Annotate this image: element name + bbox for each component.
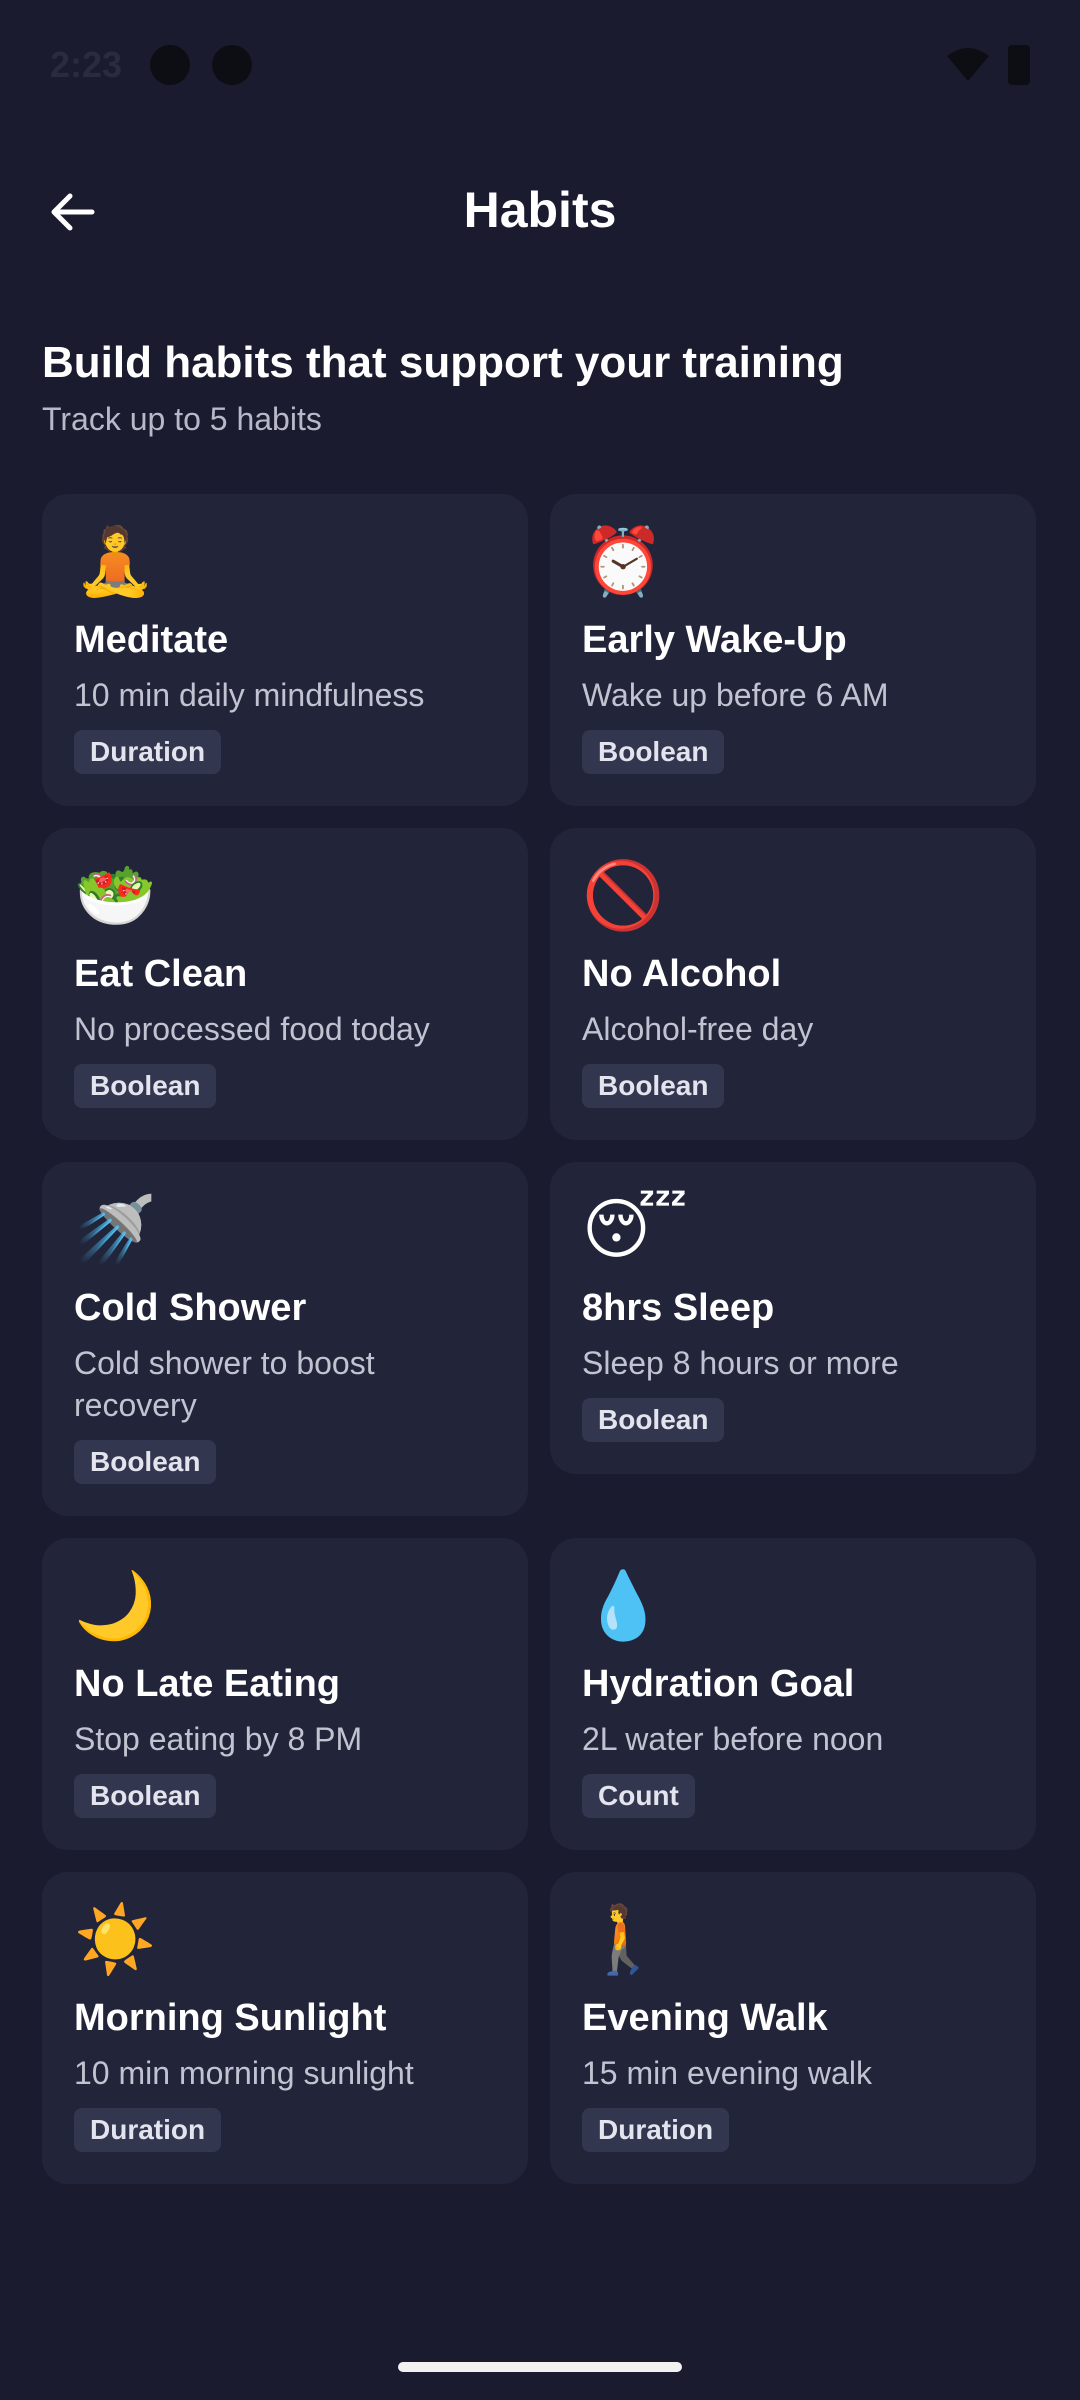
habit-title: Early Wake-Up [582,619,847,661]
habit-card-early-wake-up[interactable]: ⏰ Early Wake-Up Wake up before 6 AM Bool… [550,494,1036,806]
alarm-clock-icon: ⏰ [582,523,665,600]
habit-type-badge: Boolean [74,1440,217,1484]
intro-subtitle: Track up to 5 habits [42,401,322,437]
habit-title: 8hrs Sleep [582,1287,775,1329]
intro-section: Build habits that support your training … [42,335,1042,438]
wifi-icon [947,48,989,81]
habit-title: Meditate [74,619,229,661]
habit-card-morning-sunlight[interactable]: ☀️ Morning Sunlight 10 min morning sunli… [42,1872,528,2184]
habit-type-badge: Duration [582,2108,730,2152]
sleeping-face-icon: 😴 [582,1191,688,1268]
habit-grid: 🧘 Meditate 10 min daily mindfulness Dura… [42,494,1038,2184]
habit-card-meditate[interactable]: 🧘 Meditate 10 min daily mindfulness Dura… [42,494,528,806]
habit-title: Hydration Goal [582,1663,855,1705]
habit-title: No Alcohol [582,953,782,995]
habit-title: Evening Walk [582,1997,828,2039]
habit-type-badge: Boolean [582,730,725,774]
crescent-moon-icon: 🌙 [74,1567,157,1644]
habit-description: Wake up before 6 AM [582,677,889,713]
habit-title: No Late Eating [74,1663,341,1705]
habit-description: 15 min evening walk [582,2055,872,2091]
meditate-icon: 🧘 [74,523,157,600]
habit-card-no-alcohol[interactable]: 🚫 No Alcohol Alcohol-free day Boolean [550,828,1036,1140]
habit-card-evening-walk[interactable]: 🚶 Evening Walk 15 min evening walk Durat… [550,1872,1036,2184]
habit-title: Morning Sunlight [74,1997,387,2039]
habit-title: Eat Clean [74,953,248,995]
battery-icon [1008,45,1030,85]
habit-type-badge: Duration [74,730,222,774]
sun-icon: ☀️ [74,1901,157,1978]
habit-description: No processed food today [74,1011,430,1047]
habit-type-badge: Boolean [74,1774,217,1818]
habit-description: Alcohol-free day [582,1011,814,1047]
habit-type-badge: Count [582,1774,695,1818]
habit-description: 2L water before noon [582,1721,884,1757]
page-title: Habits [463,182,617,238]
notification-icon [150,45,191,85]
shower-icon: 🚿 [74,1191,157,1268]
habit-description: Cold shower to boost recovery [74,1345,375,1423]
habit-card-eat-clean[interactable]: 🥗 Eat Clean No processed food today Bool… [42,828,528,1140]
info-icon [212,45,253,85]
status-bar: 2:23 [0,0,1080,130]
habit-card-cold-shower[interactable]: 🚿 Cold Shower Cold shower to boost recov… [42,1162,528,1516]
status-time: 2:23 [50,44,123,85]
habit-description: Sleep 8 hours or more [582,1345,899,1381]
habit-card-hydration-goal[interactable]: 💧 Hydration Goal 2L water before noon Co… [550,1538,1036,1850]
arrow-back-icon [51,193,95,231]
habit-description: 10 min daily mindfulness [74,677,425,713]
home-indicator[interactable] [398,2362,682,2372]
status-notification-icons [150,45,253,85]
app-bar: Habits [0,150,1080,270]
salad-icon: 🥗 [74,857,157,934]
prohibited-icon: 🚫 [582,857,665,934]
intro-title: Build habits that support your training [42,338,844,387]
habit-type-badge: Boolean [582,1064,725,1108]
droplet-icon: 💧 [582,1567,665,1644]
habit-description: Stop eating by 8 PM [74,1721,363,1757]
status-system-icons [946,45,1030,85]
walking-person-icon: 🚶 [582,1901,665,1978]
habit-title: Cold Shower [74,1287,307,1329]
habit-description: 10 min morning sunlight [74,2055,414,2091]
habit-type-badge: Duration [74,2108,222,2152]
habit-card-no-late-eating[interactable]: 🌙 No Late Eating Stop eating by 8 PM Boo… [42,1538,528,1850]
back-button[interactable] [40,180,104,244]
habit-type-badge: Boolean [74,1064,217,1108]
habit-type-badge: Boolean [582,1398,725,1442]
habit-card-8hrs-sleep[interactable]: 😴 8hrs Sleep Sleep 8 hours or more Boole… [550,1162,1036,1474]
